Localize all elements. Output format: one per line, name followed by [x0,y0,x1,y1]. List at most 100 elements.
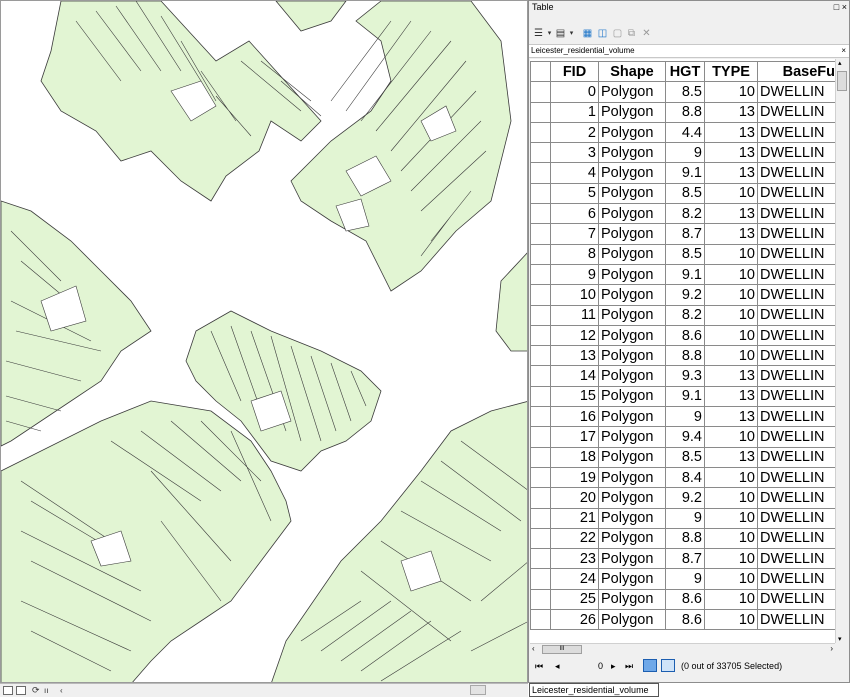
basefu-cell[interactable]: DWELLIN [757,142,838,164]
type-cell[interactable]: 10 [704,507,758,529]
row-selector[interactable] [530,223,551,245]
table-row[interactable]: 22 Polygon 8.8 10 DWELLIN [530,527,838,550]
shape-cell[interactable]: Polygon [598,568,666,590]
map-horizontal-scrollbar[interactable] [75,686,495,695]
shape-cell[interactable]: Polygon [598,385,666,408]
scroll-thumb[interactable]: III [542,645,582,654]
table-row[interactable]: 0 Polygon 8.5 10 DWELLIN [530,81,838,103]
select-by-attributes-icon[interactable]: ▦ [581,28,594,40]
basefu-cell[interactable]: DWELLIN [757,507,838,529]
type-cell[interactable]: 13 [704,446,758,468]
type-cell[interactable]: 10 [704,609,758,631]
hgt-cell[interactable]: 8.5 [665,446,705,468]
row-selector[interactable] [530,527,551,550]
next-record-icon[interactable]: ▸ [611,656,616,676]
type-cell[interactable]: 10 [704,588,758,611]
fid-cell[interactable]: 13 [550,345,599,367]
shape-cell[interactable]: Polygon [598,182,666,205]
fid-cell[interactable]: 17 [550,426,599,448]
layout-view-icon[interactable] [3,686,13,695]
scroll-left-icon[interactable]: ‹ [532,644,535,654]
shape-cell[interactable]: Polygon [598,223,666,245]
table-row[interactable]: 8 Polygon 8.5 10 DWELLIN [530,243,838,265]
type-cell[interactable]: 13 [704,203,758,225]
hgt-cell[interactable]: 8.6 [665,609,705,631]
fid-cell[interactable]: 18 [550,446,599,468]
row-selector[interactable] [530,406,551,428]
delete-selected-icon[interactable]: ✕ [640,28,653,40]
row-selector-header[interactable] [530,60,551,83]
shape-cell[interactable]: Polygon [598,446,666,468]
basefu-cell[interactable]: DWELLIN [757,203,838,225]
row-selector[interactable] [530,588,551,611]
fid-cell[interactable]: 1 [550,101,599,123]
hgt-cell[interactable]: 9.1 [665,385,705,408]
fid-cell[interactable]: 6 [550,203,599,225]
fid-cell[interactable]: 3 [550,142,599,164]
table-row[interactable]: 13 Polygon 8.8 10 DWELLIN [530,345,838,367]
shape-cell[interactable]: Polygon [598,142,666,164]
fid-cell[interactable]: 9 [550,263,599,286]
fid-cell[interactable]: 10 [550,284,599,306]
shape-cell[interactable]: Polygon [598,527,666,550]
hgt-cell[interactable]: 8.7 [665,223,705,245]
basefu-cell[interactable]: DWELLIN [757,406,838,428]
hgt-cell[interactable]: 8.8 [665,527,705,550]
row-selector[interactable] [530,142,551,164]
shape-cell[interactable]: Polygon [598,345,666,367]
row-selector[interactable] [530,385,551,408]
row-selector[interactable] [530,121,551,144]
hgt-cell[interactable]: 8.4 [665,466,705,489]
row-selector[interactable] [530,243,551,265]
hgt-cell[interactable]: 9.1 [665,162,705,184]
row-selector[interactable] [530,365,551,387]
table-row[interactable]: 25 Polygon 8.6 10 DWELLIN [530,588,838,611]
basefu-cell[interactable]: DWELLIN [757,365,838,387]
row-selector[interactable] [530,466,551,489]
fid-cell[interactable]: 5 [550,182,599,205]
shape-cell[interactable]: Polygon [598,101,666,123]
row-selector[interactable] [530,609,551,631]
type-cell[interactable]: 10 [704,324,758,347]
fid-cell[interactable]: 25 [550,588,599,611]
type-cell[interactable]: 10 [704,81,758,103]
hgt-cell[interactable]: 9 [665,507,705,529]
table-row[interactable]: 19 Polygon 8.4 10 DWELLIN [530,466,838,489]
pause-icon[interactable]: ıı [44,684,48,697]
fid-cell[interactable]: 23 [550,548,599,570]
previous-record-icon[interactable]: ◂ [555,656,560,676]
type-cell[interactable]: 13 [704,406,758,428]
table-row[interactable]: 5 Polygon 8.5 10 DWELLIN [530,182,838,205]
row-selector[interactable] [530,203,551,225]
column-header-shape[interactable]: Shape [598,60,666,83]
scroll-thumb[interactable] [837,71,847,91]
hgt-cell[interactable]: 9.2 [665,487,705,509]
shape-cell[interactable]: Polygon [598,426,666,448]
row-selector[interactable] [530,182,551,205]
row-selector[interactable] [530,446,551,468]
basefu-cell[interactable]: DWELLIN [757,304,838,326]
last-record-icon[interactable]: ⏭ [625,656,633,676]
table-row[interactable]: 21 Polygon 9 10 DWELLIN [530,507,838,529]
basefu-cell[interactable]: DWELLIN [757,324,838,347]
type-cell[interactable]: 10 [704,263,758,286]
table-row[interactable]: 2 Polygon 4.4 13 DWELLIN [530,121,838,144]
type-cell[interactable]: 10 [704,527,758,550]
basefu-cell[interactable]: DWELLIN [757,446,838,468]
close-icon[interactable]: × [841,45,846,57]
hgt-cell[interactable]: 8.5 [665,81,705,103]
type-cell[interactable]: 10 [704,284,758,306]
table-row[interactable]: 6 Polygon 8.2 13 DWELLIN [530,203,838,225]
refresh-icon[interactable]: ⟳ [32,684,40,697]
table-row[interactable]: 26 Polygon 8.6 10 DWELLIN [530,609,838,631]
shape-cell[interactable]: Polygon [598,588,666,611]
type-cell[interactable]: 10 [704,345,758,367]
scroll-down-icon[interactable]: ▾ [838,635,842,643]
map-scroll-thumb[interactable] [470,685,486,695]
hgt-cell[interactable]: 8.2 [665,203,705,225]
hgt-cell[interactable]: 8.6 [665,324,705,347]
table-row[interactable]: 17 Polygon 9.4 10 DWELLIN [530,426,838,448]
layer-tab[interactable]: Leicester_residential_volume [531,46,635,55]
fid-cell[interactable]: 16 [550,406,599,428]
column-header-basefu[interactable]: BaseFu [757,60,838,83]
